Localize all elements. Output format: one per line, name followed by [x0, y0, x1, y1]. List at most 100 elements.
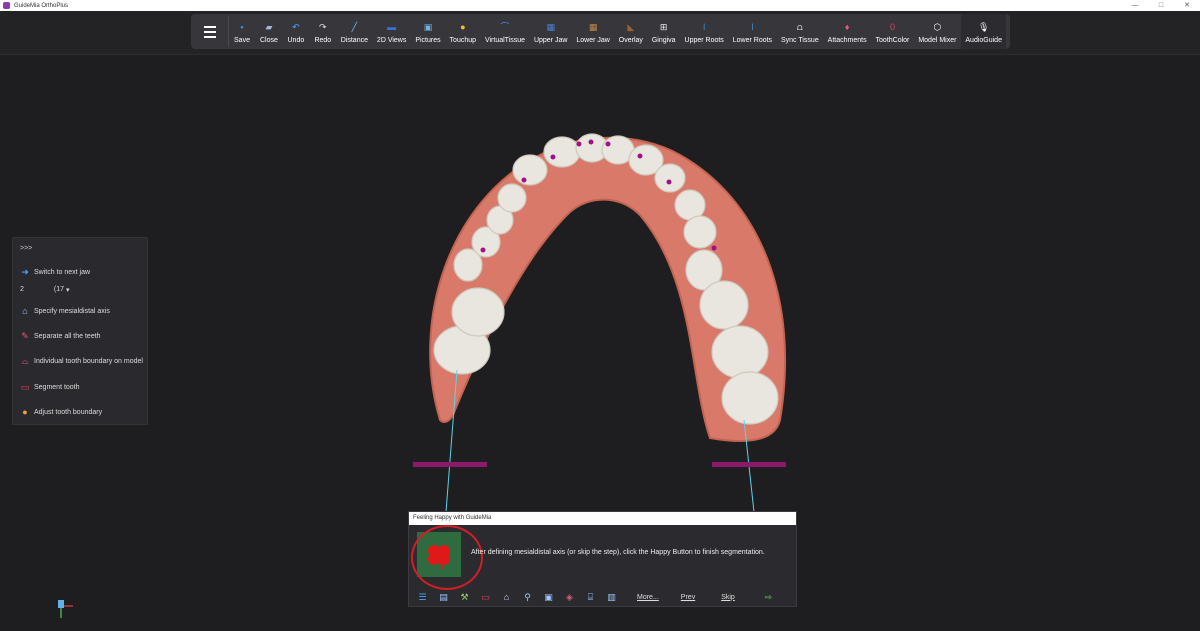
toothcolor-label: ToothColor [875, 37, 910, 44]
toolbar-tools: ▪ Save ▰ Close ↶ Undo ↷ Redo ╱ Distance ▬ 2D Views ▣… [229, 14, 1010, 49]
tooth-range-start: 2 [20, 286, 24, 293]
tissue-arc-icon: ⌒ [500, 22, 510, 32]
dialog-message: After defining mesialdistal axis (or ski… [471, 549, 765, 556]
undo-icon: ↶ [292, 22, 300, 32]
virtualtissue-label: VirtualTissue [484, 37, 526, 44]
pictures-button[interactable]: ▣ Pictures [411, 14, 444, 49]
skip-link[interactable]: Skip [721, 594, 735, 601]
save-button[interactable]: ▪ Save [229, 14, 255, 49]
adjust-boundary-label: Adjust tooth boundary [34, 408, 103, 416]
attachment-tooth-icon: ♦ [844, 22, 850, 32]
happy-dialog: Feeling Happy with GuideMia After defini… [408, 511, 797, 607]
close-label: Close [259, 37, 278, 44]
window-title: GuideMia OrthoPlus [14, 2, 69, 9]
2dviews-label: 2D Views [376, 37, 407, 44]
jaw-3d-viewport[interactable] [340, 120, 860, 520]
highlight-ring [411, 525, 483, 590]
lower-jaw-icon: ▦ [588, 22, 598, 32]
arrow-right-icon: ➜ [21, 266, 29, 277]
undo-button[interactable]: ↶ Undo [283, 14, 309, 49]
tooth-range-end: (17 [53, 286, 65, 293]
segmentation-panel: >>> ➜ Switch to next jaw 2 (17 ▾ ⌂ Speci… [12, 237, 148, 425]
synctissue-button[interactable]: ⩍ Sync Tissue [777, 14, 823, 49]
expand-panel-button[interactable]: >>> [20, 245, 32, 252]
separate-teeth-button[interactable]: ✎ Separate all the teeth [19, 330, 101, 342]
lowerroots-button[interactable]: ǀ Lower Roots [729, 14, 776, 49]
touchup-label: Touchup [449, 37, 477, 44]
tooth-boundary-label: Individual tooth boundary on model [34, 357, 143, 365]
audioguide-button[interactable]: 🎙 AudioGuide [961, 14, 1006, 49]
2dviews-button[interactable]: ▬ 2D Views [373, 14, 410, 49]
gingiva-button[interactable]: ⊞ Gingiva [648, 14, 680, 49]
touchup-icon: ● [460, 22, 466, 32]
upperroots-button[interactable]: ǀ Upper Roots [681, 14, 728, 49]
audioguide-label: AudioGuide [965, 37, 1002, 44]
gingiva-icon: ⊞ [659, 22, 668, 32]
close-window-button[interactable]: ✕ [1174, 0, 1200, 11]
virtualtissue-button[interactable]: ⌒ VirtualTissue [481, 14, 529, 49]
next-step-icon[interactable]: ⇨ [763, 592, 774, 603]
prev-link[interactable]: Prev [681, 594, 695, 601]
redo-button[interactable]: ↷ Redo [310, 14, 336, 49]
floppy-icon: ▪ [240, 22, 244, 32]
overlay-icon: ◣ [627, 22, 635, 32]
monitor-icon: ▬ [387, 22, 397, 32]
attachment-icon[interactable]: ◈ [564, 592, 575, 603]
overlay-button[interactable]: ◣ Overlay [615, 14, 647, 49]
undo-label: Undo [287, 37, 305, 44]
tooth-boundary-icon: ⌓ [21, 355, 29, 366]
attachments-label: Attachments [827, 37, 867, 44]
segment-tooth-button[interactable]: ▭ Segment tooth [19, 381, 80, 393]
distance-button[interactable]: ╱ Distance [337, 14, 372, 49]
modelmixer-button[interactable]: ⬡ Model Mixer [914, 14, 960, 49]
upper-jaw-icon: ▦ [546, 22, 555, 32]
attachments-button[interactable]: ♦ Attachments [824, 14, 871, 49]
more-link[interactable]: More... [637, 594, 659, 601]
upperjaw-button[interactable]: ▦ Upper Jaw [530, 14, 571, 49]
calendar-icon[interactable]: ▤ [438, 592, 449, 603]
redo-label: Redo [314, 37, 332, 44]
gingiva-label: Gingiva [651, 37, 676, 44]
app-logo-icon [3, 2, 10, 9]
minimize-button[interactable]: — [1122, 0, 1148, 11]
ruler-icon: ╱ [351, 22, 358, 32]
specify-axis-button[interactable]: ⌂ Specify mesialdistal axis [19, 305, 110, 317]
overlay-label: Overlay [618, 37, 643, 44]
synctissue-label: Sync Tissue [780, 37, 819, 44]
specify-axis-label: Specify mesialdistal axis [34, 307, 110, 315]
tools-icon[interactable]: ⚒ [459, 592, 470, 603]
switch-jaw-button[interactable]: ➜ Switch to next jaw [19, 266, 90, 278]
picture-icon: ▣ [423, 22, 433, 32]
search-tooth-icon[interactable]: ⚲ [522, 592, 533, 603]
segment-tooth-label: Segment tooth [34, 383, 80, 391]
list-icon[interactable]: ☰ [417, 592, 428, 603]
window-titlebar: GuideMia OrthoPlus — □ ✕ [0, 0, 1200, 11]
tooth-icon[interactable]: ⌂ [501, 592, 512, 603]
sync-tissue-icon: ⩍ [796, 22, 803, 32]
lowerjaw-button[interactable]: ▦ Lower Jaw [572, 14, 613, 49]
models-icon[interactable]: ▥ [606, 592, 617, 603]
upper-roots-icon: ǀ [702, 22, 706, 32]
adjust-boundary-button[interactable]: ● Adjust tooth boundary [19, 406, 102, 418]
touchup-button[interactable]: ● Touchup [446, 14, 480, 49]
save-label: Save [234, 37, 250, 44]
toothcolor-button[interactable]: 0 ToothColor [872, 14, 914, 49]
mic-off-icon: 🎙 [977, 22, 990, 32]
screen-icon[interactable]: ▣ [543, 592, 554, 603]
tooth-boundary-button[interactable]: ⌓ Individual tooth boundary on model [19, 355, 143, 367]
hamburger-icon [203, 25, 216, 28]
tooth-range-selector[interactable]: 2 (17 ▾ [20, 286, 70, 294]
maximize-button[interactable]: □ [1148, 0, 1174, 11]
close-button[interactable]: ▰ Close [256, 14, 282, 49]
segment-tooth-icon: ▭ [20, 381, 30, 392]
segment-icon[interactable]: ▭ [480, 592, 491, 603]
bank-icon[interactable]: ⌸ [585, 592, 596, 603]
window-controls: — □ ✕ [1122, 0, 1200, 11]
distance-label: Distance [340, 37, 368, 44]
hamburger-menu-button[interactable] [191, 14, 228, 49]
separate-teeth-label: Separate all the teeth [34, 332, 101, 340]
pictures-label: Pictures [415, 37, 441, 44]
left-plane-marker[interactable] [413, 462, 487, 467]
upperroots-label: Upper Roots [684, 37, 724, 44]
right-plane-marker[interactable] [712, 462, 786, 467]
